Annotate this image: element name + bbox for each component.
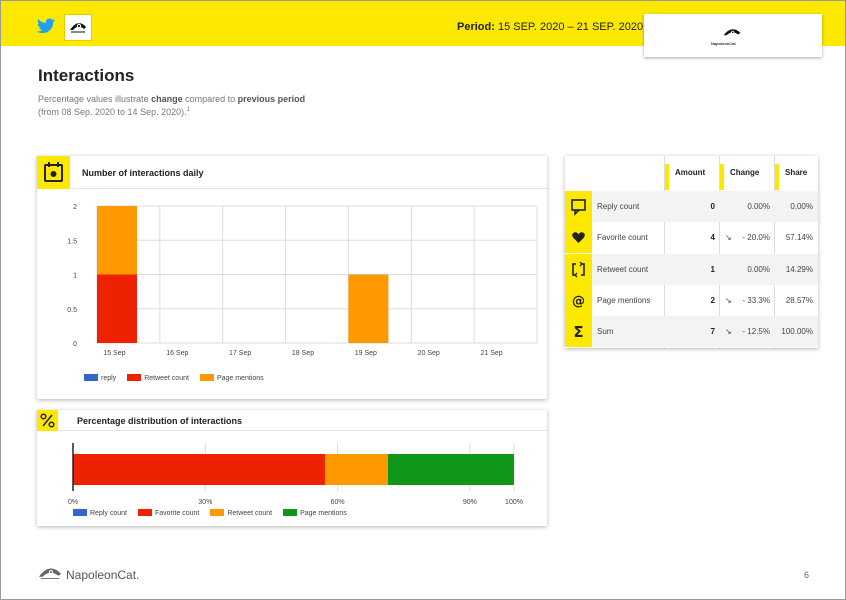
row-share: 0.00% bbox=[790, 202, 813, 211]
row-share: 28.57% bbox=[785, 295, 813, 305]
column-header-amount: Amount bbox=[675, 168, 706, 177]
y-tick-label: 0 bbox=[73, 341, 77, 348]
header-marker bbox=[720, 164, 724, 190]
comment-icon bbox=[565, 191, 592, 222]
bar-segment bbox=[388, 454, 514, 485]
x-tick-label: 15 Sep bbox=[103, 350, 125, 357]
column-header-share: Share bbox=[785, 168, 808, 177]
card-title: Number of interactions daily bbox=[82, 168, 204, 178]
report-page: Period: 15 SEP. 2020 – 21 SEP. 2020 Napo… bbox=[0, 0, 846, 600]
y-tick-label: 2 bbox=[73, 204, 77, 211]
row-amount: 0 bbox=[710, 202, 715, 211]
row-amount: 7 bbox=[710, 327, 715, 337]
row-label: Sum bbox=[597, 327, 614, 337]
row-change: - 12.5% bbox=[742, 327, 770, 337]
row-label: Page mentions bbox=[597, 295, 651, 305]
bar-segment bbox=[97, 274, 137, 343]
row-amount: 2 bbox=[710, 295, 715, 305]
card-header: Number of interactions daily bbox=[37, 156, 547, 189]
table-row: Retweet count 1 0.00% 14.29% bbox=[565, 253, 818, 285]
header-marker bbox=[665, 164, 669, 190]
row-share: 100.00% bbox=[781, 327, 813, 337]
row-label: Reply count bbox=[597, 202, 640, 211]
bar-segment bbox=[73, 454, 325, 485]
distribution-chart-legend: Reply count Favorite count Retweet count Pa… bbox=[73, 509, 358, 517]
interactions-table: Amount Change Share Reply count 0 0.00% 0.0… bbox=[565, 156, 818, 348]
napoleoncat-logo-icon bbox=[70, 23, 86, 33]
retweet-icon bbox=[565, 253, 592, 285]
row-amount: 1 bbox=[710, 264, 715, 274]
twitter-icon bbox=[37, 18, 55, 34]
x-tick-label: 0% bbox=[68, 499, 78, 506]
sigma-icon: Σ bbox=[565, 316, 592, 348]
row-amount: 4 bbox=[710, 233, 715, 243]
daily-interactions-card: Number of interactions daily 0 0.5 1 1.5 2 15… bbox=[37, 156, 547, 399]
table-row: @ Page mentions 2 ↘ - 33.3% 28.57% bbox=[565, 284, 818, 316]
brand-box-text: NapoleonCat bbox=[711, 41, 736, 46]
distribution-chart: 0% 30% 60% 90% 100% bbox=[68, 443, 523, 506]
y-tick-label: 1.5 bbox=[67, 238, 77, 245]
x-tick-label: 100% bbox=[505, 499, 523, 506]
legend-item: Reply count bbox=[73, 509, 127, 517]
heart-icon bbox=[565, 222, 592, 254]
legend-item: Retweet count bbox=[210, 509, 272, 517]
row-share: 14.29% bbox=[785, 264, 813, 274]
bar-segment bbox=[348, 274, 389, 343]
legend-item: Retweet count bbox=[127, 374, 189, 382]
legend-item: Page mentions bbox=[283, 509, 347, 517]
footer-brand: NapoleonCat. bbox=[66, 568, 140, 582]
row-change: - 33.3% bbox=[742, 295, 770, 305]
percent-icon bbox=[37, 410, 58, 431]
y-tick-label: 0.5 bbox=[67, 307, 77, 314]
row-label: Retweet count bbox=[597, 264, 649, 274]
x-tick-label: 20 Sep bbox=[418, 350, 440, 357]
svg-text:@: @ bbox=[572, 294, 585, 309]
row-change: - 20.0% bbox=[742, 233, 770, 243]
period-text: Period: 15 SEP. 2020 – 21 SEP. 2020 bbox=[457, 21, 644, 33]
page-number: 6 bbox=[804, 570, 810, 580]
daily-interactions-chart: 0 0.5 1 1.5 2 15 Sep 16 Sep 17 Sep 18 Sep 19 Sep 2… bbox=[67, 204, 538, 357]
bar-segment bbox=[324, 454, 389, 485]
x-tick-label: 17 Sep bbox=[229, 350, 251, 357]
at-icon: @ bbox=[565, 284, 592, 316]
row-share: 57.14% bbox=[785, 233, 813, 243]
x-tick-label: 16 Sep bbox=[166, 350, 188, 357]
x-tick-label: 18 Sep bbox=[292, 350, 314, 357]
x-tick-label: 19 Sep bbox=[355, 350, 377, 357]
x-tick-label: 30% bbox=[198, 499, 212, 506]
x-tick-label: 21 Sep bbox=[480, 350, 502, 357]
svg-text:Σ: Σ bbox=[573, 323, 583, 341]
daily-chart-legend: reply Retweet count Page mentions bbox=[84, 374, 275, 382]
row-change: 0.00% bbox=[747, 264, 770, 274]
page-title: Interactions bbox=[38, 66, 135, 85]
account-avatar bbox=[64, 14, 92, 41]
napoleoncat-logo-icon bbox=[723, 29, 741, 36]
y-tick-label: 1 bbox=[73, 273, 77, 280]
page-subtitle: Percentage values illustrate change comp… bbox=[38, 94, 306, 117]
legend-item: Favorite count bbox=[137, 509, 199, 517]
brand-box: NapoleonCat bbox=[644, 14, 822, 57]
table-row: Reply count 0 0.00% 0.00% bbox=[565, 191, 818, 222]
header-marker bbox=[775, 164, 779, 190]
row-label: Favorite count bbox=[597, 233, 648, 243]
calendar-icon bbox=[37, 156, 70, 189]
distribution-card: Percentage distribution of interactions … bbox=[37, 410, 547, 526]
table-row: Σ Sum 7 ↘ - 12.5% 100.00% bbox=[565, 316, 818, 348]
x-tick-label: 60% bbox=[331, 499, 345, 506]
bar-segment bbox=[97, 206, 137, 275]
row-change: 0.00% bbox=[747, 202, 770, 211]
table-row: Favorite count 4 ↘ - 20.0% 57.14% bbox=[565, 222, 818, 254]
card-header: Percentage distribution of interactions bbox=[37, 410, 547, 431]
card-title: Percentage distribution of interactions bbox=[77, 416, 243, 426]
legend-item: Page mentions bbox=[199, 374, 264, 382]
x-tick-label: 90% bbox=[463, 499, 477, 506]
napoleoncat-logo-icon bbox=[38, 568, 62, 579]
column-header-change: Change bbox=[730, 168, 760, 177]
legend-item: reply bbox=[84, 374, 116, 382]
